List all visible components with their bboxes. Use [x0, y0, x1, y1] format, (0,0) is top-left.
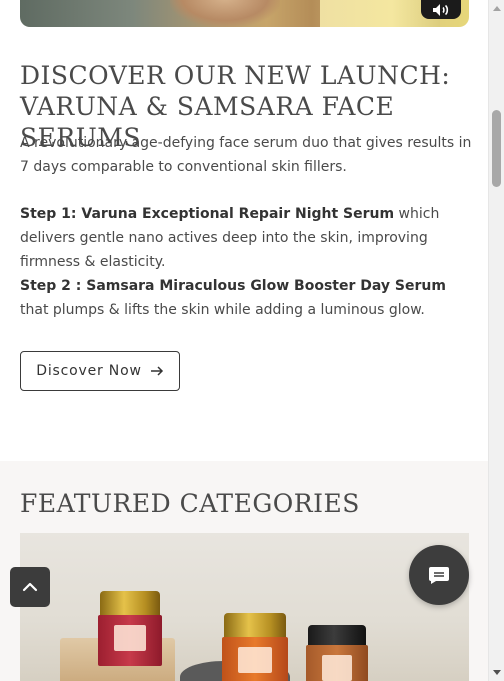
- jar-label: [114, 625, 146, 651]
- step2-text: Step 2 : Samsara Miraculous Glow Booster…: [20, 274, 475, 322]
- page-viewport: DISCOVER OUR NEW LAUNCH: VARUNA & SAMSAR…: [0, 0, 488, 681]
- featured-categories-title: FEATURED CATEGORIES: [20, 489, 360, 518]
- jar-body: [306, 645, 368, 681]
- page-scrollbar[interactable]: [488, 0, 504, 681]
- scroll-to-top-button[interactable]: [10, 567, 50, 607]
- scrollbar-up-arrow[interactable]: [493, 6, 501, 11]
- discover-now-button[interactable]: Discover Now: [20, 351, 180, 391]
- jar-body: [98, 615, 162, 666]
- arrow-right-icon: [150, 366, 163, 376]
- step2-title: Step 2 : Samsara Miraculous Glow Booster…: [20, 278, 446, 294]
- step2-description: that plumps & lifts the skin while addin…: [20, 302, 425, 318]
- step1-title: Step 1: Varuna Exceptional Repair Night …: [20, 206, 395, 222]
- chat-icon: [429, 567, 449, 584]
- discover-now-label: Discover Now: [36, 363, 142, 379]
- jar-lid: [224, 613, 286, 639]
- launch-intro: A revolutionary age-defying face serum d…: [20, 135, 472, 175]
- scrollbar-down-arrow[interactable]: [493, 670, 501, 675]
- hero-video[interactable]: [20, 0, 469, 27]
- jar-body: [222, 637, 288, 681]
- product-jar-orange: [222, 613, 288, 681]
- product-jar-red: [98, 591, 162, 666]
- chevron-up-icon: [22, 582, 38, 592]
- featured-category-image[interactable]: [20, 533, 469, 681]
- step1-text: Step 1: Varuna Exceptional Repair Night …: [20, 202, 475, 274]
- product-jar-brown: [306, 625, 368, 681]
- jar-lid: [100, 591, 160, 617]
- jar-lid: [308, 625, 366, 647]
- speaker-icon: [433, 3, 449, 16]
- launch-title-line1: DISCOVER OUR NEW LAUNCH:: [20, 61, 451, 90]
- mute-toggle-button[interactable]: [421, 0, 461, 19]
- jar-label: [238, 647, 272, 673]
- chat-widget-button[interactable]: [409, 545, 469, 605]
- hero-video-figure: [170, 0, 280, 27]
- scrollbar-thumb[interactable]: [492, 110, 501, 187]
- jar-label: [322, 655, 352, 681]
